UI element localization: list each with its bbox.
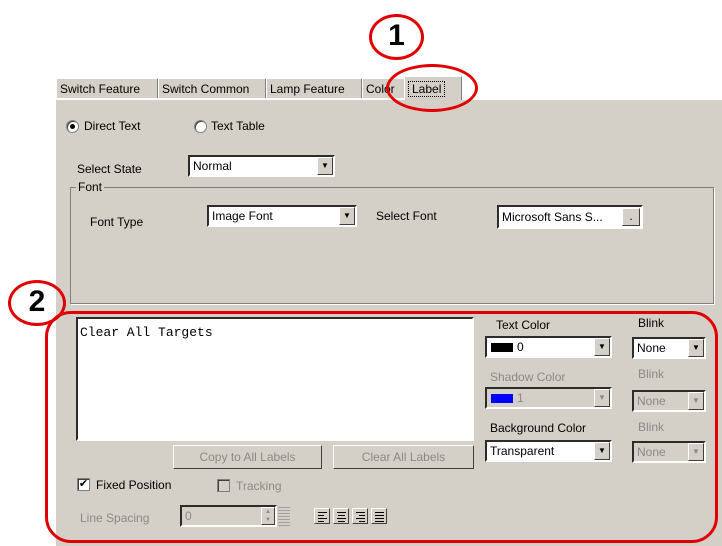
select-state-label: Select State [77, 162, 142, 176]
browse-font-button[interactable]: . [622, 208, 640, 226]
text-table-label: Text Table [211, 119, 265, 133]
font-type-combo[interactable]: Image Font ▼ [207, 205, 357, 227]
direct-text-radio[interactable] [66, 120, 79, 133]
font-group-title: Font [76, 180, 105, 194]
tab-label: Switch Feature [60, 82, 141, 96]
tab-label: Lamp Feature [270, 82, 345, 96]
tab-lamp-feature[interactable]: Lamp Feature [266, 78, 362, 98]
select-font-field[interactable]: Microsoft Sans S... . [497, 205, 643, 229]
font-type-label: Font Type [90, 215, 144, 229]
tab-switch-common[interactable]: Switch Common [158, 78, 266, 98]
callout-one-circle: 1 [369, 14, 424, 60]
label-settings-highlight-box [45, 311, 718, 543]
tab-switch-feature[interactable]: Switch Feature [56, 78, 158, 98]
select-state-value: Normal [193, 159, 232, 173]
select-font-value: Microsoft Sans S... [502, 210, 603, 224]
select-font-label: Select Font [376, 209, 437, 223]
select-state-combo[interactable]: Normal ▼ [188, 155, 335, 177]
label-tab-highlight-ellipse [386, 64, 478, 112]
text-table-radio[interactable] [194, 120, 207, 133]
chevron-down-icon[interactable]: ▼ [317, 157, 333, 175]
radio-dot [70, 124, 75, 129]
chevron-down-icon[interactable]: ▼ [339, 207, 355, 225]
direct-text-label: Direct Text [84, 119, 141, 133]
tab-label: Switch Common [162, 82, 250, 96]
font-type-value: Image Font [212, 209, 273, 223]
